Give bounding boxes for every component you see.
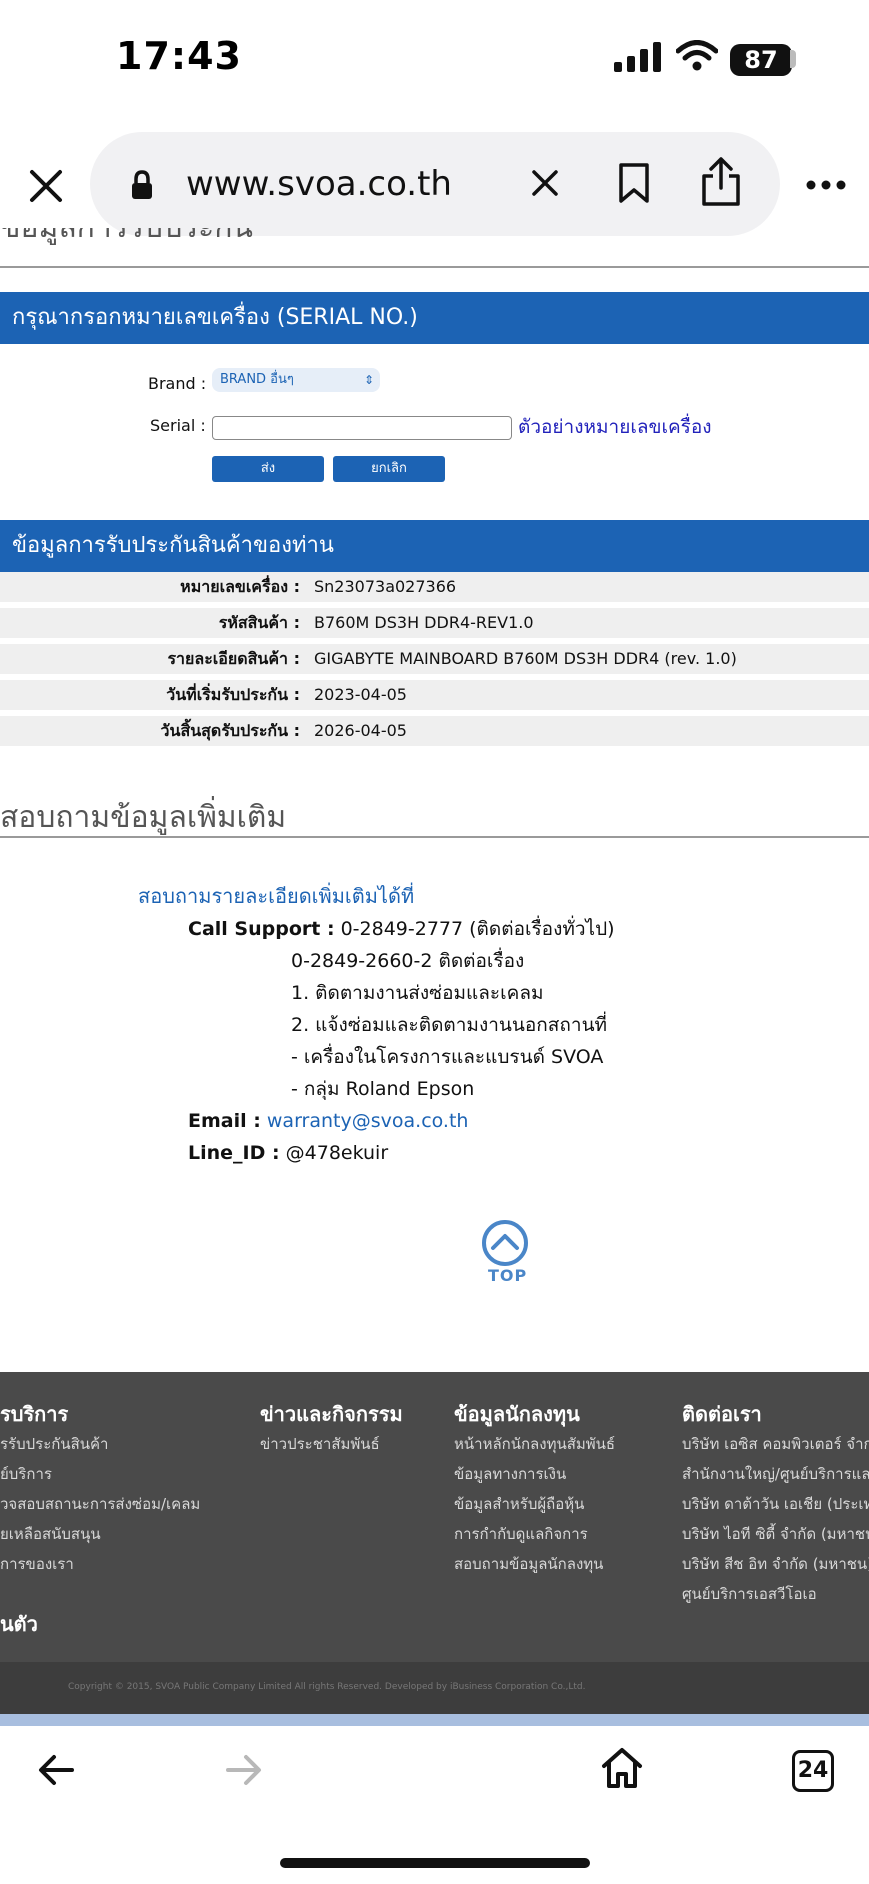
scroll-top-label[interactable]: TOP (488, 1266, 527, 1285)
footer-link[interactable]: ศูนย์บริการเอสวีโอเอ (682, 1582, 817, 1606)
wifi-icon (676, 40, 718, 71)
footer-link[interactable]: สำนักงานใหญ่/ศูนย์บริการและจั (682, 1462, 869, 1486)
brand-label: Brand : (148, 374, 207, 393)
share-icon[interactable] (700, 156, 742, 208)
footer-link[interactable]: วจสอบสถานะการส่งซ่อม/เคลม (0, 1492, 200, 1516)
footer-col-title: นตัว (0, 1612, 38, 1636)
row-label: รายละเอียดสินค้า : (167, 649, 300, 668)
inquiry-heading: สอบถามข้อมูลเพิ่มเติม (0, 800, 287, 835)
warranty-row: รายละเอียดสินค้า : GIGABYTE MAINBOARD B7… (0, 644, 869, 674)
home-indicator (280, 1858, 590, 1868)
contact-line: - กลุ่ม Roland Epson (291, 1078, 475, 1100)
forward-arrow-icon[interactable] (224, 1752, 264, 1788)
lock-icon (132, 170, 152, 199)
call-support-label: Call Support : (188, 918, 335, 940)
footer-link[interactable]: บริษัท ดาต้าวัน เอเชีย (ประเทศ (682, 1492, 869, 1516)
footer-col-title: ติดต่อเรา (682, 1402, 762, 1426)
cellular-signal-icon (614, 42, 661, 72)
footer-link[interactable]: ข้อมูลสำหรับผู้ถือหุ้น (454, 1492, 584, 1516)
contact-title: สอบถามรายละเอียดเพิ่มเติมได้ที่ (138, 884, 415, 908)
row-label: วันสิ้นสุดรับประกัน : (160, 721, 300, 740)
cancel-button[interactable]: ยกเลิก (333, 456, 445, 482)
serial-section-header: กรุณากรอกหมายเลขเครื่อง (SERIAL NO.) (0, 292, 869, 344)
warranty-row: หมายเลขเครื่อง : Sn23073a027366 (0, 572, 869, 602)
warranty-row: วันที่เริ่มรับประกัน : 2023-04-05 (0, 680, 869, 710)
contact-line: 0-2849-2660-2 ติดต่อเรื่อง (291, 950, 525, 972)
brand-select[interactable]: BRAND อื่นๆ ⇕ (212, 368, 380, 392)
row-value: 2023-04-05 (314, 685, 407, 704)
footer-link[interactable]: ข่าวประชาสัมพันธ์ (260, 1432, 380, 1456)
footer-link[interactable]: บริษัท เอซิส คอมพิวเตอร์ จำก (682, 1432, 869, 1456)
footer-col-title: ข่าวและกิจกรรม (260, 1402, 403, 1426)
call-support-value[interactable]: 0-2849-2777 (ติดต่อเรื่องทั่วไป) (341, 918, 615, 940)
row-label: หมายเลขเครื่อง : (180, 577, 300, 596)
contact-line: - เครื่องในโครงการและแบรนด์ SVOA (291, 1046, 604, 1068)
email-link[interactable]: warranty@svoa.co.th (267, 1110, 469, 1132)
footer-link[interactable]: สอบถามข้อมูลนักลงทุน (454, 1552, 603, 1576)
contact-line: 1. ติดตามงานส่งซ่อมและเคลม (291, 982, 544, 1004)
footer-link[interactable]: ยเหลือสนับสนุน (0, 1522, 101, 1546)
battery-tip (790, 50, 796, 68)
tabs-button[interactable]: 24 (792, 1750, 834, 1792)
bookmark-icon[interactable] (616, 162, 652, 204)
email-contact: Email : warranty@svoa.co.th (188, 1110, 468, 1132)
chevron-up-down-icon: ⇕ (363, 373, 374, 387)
serial-label: Serial : (150, 416, 206, 435)
footer-accent-strip (0, 1714, 869, 1726)
row-value: Sn23073a027366 (314, 577, 457, 596)
footer-col-title: ข้อมูลนักลงทุน (454, 1402, 580, 1426)
footer-link[interactable]: บริษัท สีช อิท จำกัด (มหาชน) (682, 1552, 869, 1576)
serial-example-link[interactable]: ตัวอย่างหมายเลขเครื่อง (518, 412, 712, 442)
warranty-section-header: ข้อมูลการรับประกันสินค้าของท่าน (0, 520, 869, 572)
call-support: Call Support : 0-2849-2777 (ติดต่อเรื่อง… (188, 914, 615, 944)
brand-select-value: BRAND อื่นๆ (220, 372, 294, 387)
serial-input[interactable] (212, 416, 512, 440)
line-id-value: @478ekuir (285, 1142, 389, 1164)
home-icon[interactable] (600, 1746, 644, 1790)
section-divider (0, 836, 869, 838)
cut-off-section-heading: ข้อมูลการรับประกัน (0, 228, 253, 246)
line-id-label: Line_ID : (188, 1142, 280, 1164)
warranty-row: รหัสสินค้า : B760M DS3H DDR4-REV1.0 (0, 608, 869, 638)
line-contact: Line_ID : @478ekuir (188, 1142, 388, 1164)
row-value: GIGABYTE MAINBOARD B760M DS3H DDR4 (rev.… (314, 649, 737, 668)
row-label: รหัสสินค้า : (218, 613, 300, 632)
submit-button[interactable]: ส่ง (212, 456, 324, 482)
footer-link[interactable]: บริษัท ไอที ซิตี้ จำกัด (มหาชน) (682, 1522, 869, 1546)
section-divider (0, 266, 869, 268)
footer-link[interactable]: การของเรา (0, 1552, 74, 1576)
more-icon[interactable] (806, 180, 846, 190)
url-text[interactable]: www.svoa.co.th (186, 164, 452, 204)
footer-col-title: รบริการ (0, 1402, 69, 1426)
row-label: วันที่เริ่มรับประกัน : (166, 685, 300, 704)
footer-link[interactable]: ข้อมูลทางการเงิน (454, 1462, 566, 1486)
footer-link[interactable]: การกำกับดูแลกิจการ (454, 1522, 588, 1546)
warranty-row: วันสิ้นสุดรับประกัน : 2026-04-05 (0, 716, 869, 746)
close-icon[interactable] (26, 166, 66, 206)
footer-link[interactable]: ย์บริการ (0, 1462, 52, 1486)
copyright-text: Copyright © 2015, SVOA Public Company Li… (68, 1682, 586, 1692)
row-value: 2026-04-05 (314, 721, 407, 740)
footer-link[interactable]: หน้าหลักนักลงทุนสัมพันธ์ (454, 1432, 615, 1456)
scroll-top-icon[interactable] (480, 1218, 530, 1268)
clear-url-icon[interactable] (530, 168, 560, 198)
status-time: 17:43 (116, 34, 242, 78)
back-arrow-icon[interactable] (36, 1752, 76, 1788)
email-label: Email : (188, 1110, 261, 1132)
battery-indicator: 87 (730, 44, 792, 76)
contact-line: 2. แจ้งซ่อมและติดตามงานนอกสถานที่ (291, 1014, 608, 1036)
row-value: B760M DS3H DDR4-REV1.0 (314, 613, 534, 632)
footer-link[interactable]: รรับประกันสินค้า (0, 1432, 108, 1456)
site-footer: รบริการ รรับประกันสินค้า ย์บริการ วจสอบส… (0, 1372, 869, 1662)
